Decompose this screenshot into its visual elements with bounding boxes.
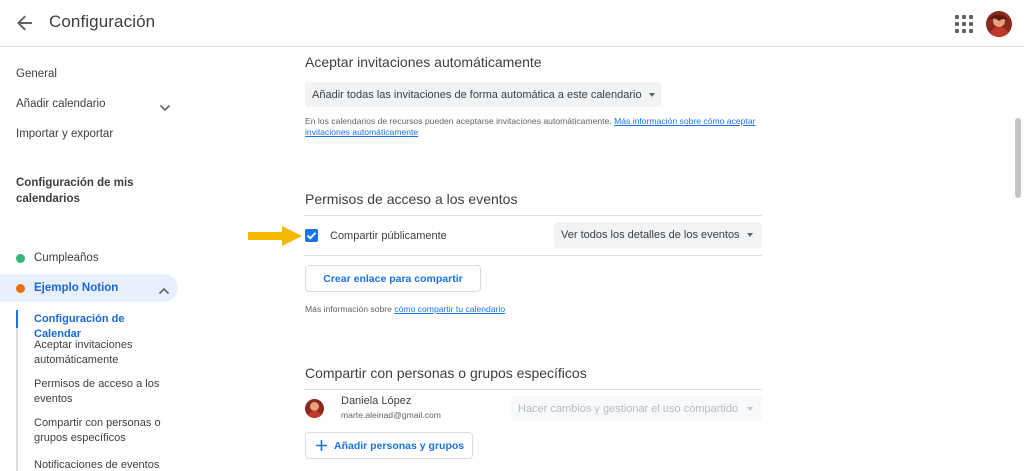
submenu-active-indicator <box>16 310 18 328</box>
auto-accept-select[interactable]: Añadir todas las invitaciones de forma a… <box>305 82 661 107</box>
section-title-permissions: Permisos de acceso a los eventos <box>305 191 518 207</box>
select-value: Ver todos los detalles de los eventos <box>561 229 740 241</box>
page-title: Configuración <box>49 12 156 31</box>
apps-grid-icon[interactable] <box>952 12 974 34</box>
calendar-label: Cumpleaños <box>34 252 99 264</box>
arrow-back-icon[interactable] <box>12 10 38 36</box>
create-share-link-button[interactable]: Crear enlace para compartir <box>305 265 481 292</box>
person-email: marte.aleinad@gmail.com <box>341 410 441 420</box>
select-value: Hacer cambios y gestionar el uso compart… <box>518 402 739 415</box>
sidebar-calendar-ejemplo-notion[interactable]: Ejemplo Notion <box>0 274 178 302</box>
person-avatar <box>305 399 324 418</box>
dropdown-caret-icon <box>649 93 655 97</box>
share-publicly-checkbox[interactable] <box>305 229 318 242</box>
sidebar-sub-notifications[interactable]: Notificaciones de eventos <box>34 458 174 471</box>
share-publicly-label: Compartir públicamente <box>330 230 447 242</box>
event-detail-select[interactable]: Ver todos los detalles de los eventos <box>554 222 762 248</box>
sidebar-sub-share-people[interactable]: Compartir con personas o grupos específi… <box>34 416 174 446</box>
section-title-auto-accept: Aceptar invitaciones automáticamente <box>305 54 542 70</box>
calendar-color-dot <box>16 253 25 263</box>
add-people-button[interactable]: Añadir personas y grupos <box>305 432 473 459</box>
section-title-sharing: Compartir con personas o grupos específi… <box>305 365 587 381</box>
select-value: Añadir todas las invitaciones de forma a… <box>312 88 642 101</box>
scrollbar[interactable] <box>1012 48 1024 471</box>
dropdown-caret-icon <box>747 407 753 411</box>
chevron-up-icon[interactable] <box>158 283 170 301</box>
sidebar-sub-auto-accept[interactable]: Aceptar invitaciones automáticamente <box>34 338 174 368</box>
settings-sidebar: General Añadir calendario Importar y exp… <box>0 48 190 471</box>
top-app-bar: Configuración <box>0 0 1024 47</box>
sidebar-calendar-birthdays[interactable]: Cumpleaños <box>0 244 178 272</box>
auto-accept-help: En los calendarios de recursos pueden ac… <box>305 116 756 137</box>
share-help-link[interactable]: cómo compartir tu calendario <box>394 304 505 314</box>
chevron-down-icon[interactable] <box>159 100 171 118</box>
avatar[interactable] <box>986 11 1012 37</box>
sidebar-sub-access-permissions[interactable]: Permisos de acceso a los eventos <box>34 377 174 407</box>
pointer-arrow-icon <box>248 226 302 251</box>
divider <box>304 215 762 216</box>
share-help: Más información sobre cómo compartir tu … <box>305 304 506 314</box>
person-name: Daniela López <box>341 395 412 407</box>
plus-icon <box>316 440 327 451</box>
dropdown-caret-icon <box>747 233 753 237</box>
scrollbar-thumb[interactable] <box>1015 118 1021 198</box>
sidebar-section-title: Configuración de mis calendarios <box>16 177 134 205</box>
divider <box>304 255 762 256</box>
sidebar-item-general[interactable]: General <box>16 68 57 80</box>
divider <box>304 389 762 390</box>
calendar-label: Ejemplo Notion <box>34 282 119 294</box>
calendar-color-dot <box>16 283 25 293</box>
sidebar-item-import-export[interactable]: Importar y exportar <box>16 128 113 140</box>
person-permission-select: Hacer cambios y gestionar el uso compart… <box>511 396 762 421</box>
submenu-rail <box>16 310 18 471</box>
check-icon <box>306 232 317 240</box>
sidebar-item-add-calendar[interactable]: Añadir calendario <box>16 98 106 110</box>
